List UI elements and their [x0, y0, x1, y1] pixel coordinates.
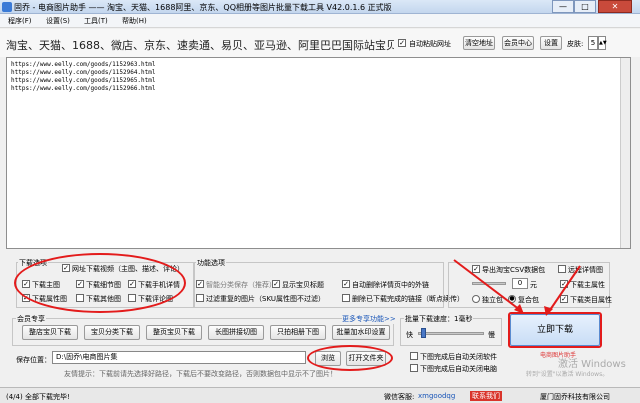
activate-windows-hint: 转到"设置"以激活 Windows。 — [526, 371, 609, 378]
auto-close-app-checkbox[interactable] — [410, 352, 418, 360]
speed-slider[interactable] — [418, 332, 484, 335]
smart-save-label: 智能分类保存（推荐） — [206, 281, 276, 289]
annotation-arrow — [549, 265, 581, 311]
activate-windows-title: 激活 Windows — [558, 359, 626, 370]
menu-settings[interactable]: 设置(S) — [46, 16, 70, 26]
url-textarea[interactable]: https://www.eelly.com/goods/1152963.html… — [6, 57, 631, 249]
download-status: (4/4) 全部下载完毕! — [6, 393, 70, 401]
long-image-button[interactable]: 长图拼接切图 — [208, 325, 264, 340]
speed-slow-label: 慢 — [488, 331, 495, 339]
title-bar: 固乔 - 电商图片助手 —— 淘宝、天猫、1688阿里、京东、QQ相册等图片批量… — [0, 0, 640, 14]
company-name: 厦门固乔科技有限公司 — [540, 393, 610, 401]
annotation-circle — [14, 253, 186, 313]
auto-shutdown-label: 下图完成后自动关闭电脑 — [420, 365, 497, 373]
window-title: 固乔 - 电商图片助手 —— 淘宝、天猫、1688阿里、京东、QQ相册等图片批量… — [14, 3, 392, 12]
show-title-label: 显示宝贝标题 — [282, 281, 324, 289]
save-path-input[interactable]: D:\固乔\电商图片集 — [52, 351, 306, 364]
url-line: https://www.eelly.com/goods/1152966.html — [11, 85, 156, 92]
annotation-arrow — [453, 259, 521, 311]
filter-duplicate-label: 过滤重复的图片（SKU属性图不过滤） — [206, 295, 325, 303]
speed-fast-label: 快 — [406, 331, 413, 339]
remove-links-label: 自动删除详情页中的外链 — [352, 281, 429, 289]
skin-spinner-icon[interactable]: ▲▼ — [598, 36, 607, 50]
settings-button[interactable]: 设置 — [540, 36, 562, 50]
annotation-circle — [307, 345, 393, 371]
filter-duplicate-checkbox[interactable] — [196, 294, 204, 302]
smart-save-checkbox[interactable]: ✓ — [196, 280, 204, 288]
contact-us-link[interactable]: 联系我们 — [470, 391, 502, 401]
speed-slider-thumb[interactable] — [421, 328, 427, 338]
menu-tools[interactable]: 工具(T) — [84, 16, 108, 26]
skin-value[interactable]: 5 — [588, 36, 598, 50]
menu-program[interactable]: 程序(F) — [8, 16, 32, 26]
wechat-value[interactable]: xmgoodqg — [418, 392, 455, 400]
textarea-scrollbar[interactable] — [620, 58, 630, 248]
close-button[interactable]: ✕ — [598, 0, 632, 13]
function-options-title: 功能选项 — [196, 258, 226, 268]
member-center-button[interactable]: 会员中心 — [502, 36, 534, 50]
member-title: 会员专享 — [16, 314, 46, 324]
remove-links-checkbox[interactable]: ✓ — [342, 280, 350, 288]
annotation-arrows — [453, 259, 581, 316]
album-download-button[interactable]: 只拍相册下图 — [270, 325, 326, 340]
wechat-label: 微信客服: — [384, 393, 415, 401]
skin-label: 皮肤: — [567, 40, 584, 48]
search-row: 淘宝、天猫、1688、微店、京东、速卖通、易贝、亚马逊、阿里巴巴国际站宝贝地址:… — [0, 29, 640, 57]
save-tip: 友情提示：下载前请先选择好路径，下载后不要改变路径，否则数据包中显示不了图片！ — [64, 370, 337, 378]
menu-help[interactable]: 帮助(H) — [122, 16, 147, 26]
clear-address-button[interactable]: 清空地址 — [463, 36, 495, 50]
watermark-settings-button[interactable]: 批量加水印设置 — [332, 325, 390, 340]
menu-bar: 程序(F) 设置(S) 工具(T) 帮助(H) — [0, 14, 640, 28]
minimize-button[interactable]: — — [552, 0, 574, 13]
app-icon — [2, 2, 12, 12]
maximize-button[interactable]: □ — [574, 0, 596, 13]
platform-label: 淘宝、天猫、1688、微店、京东、速卖通、易贝、亚马逊、阿里巴巴国际站宝贝地址: — [6, 39, 394, 52]
url-line: https://www.eelly.com/goods/1152963.html — [11, 61, 156, 68]
auto-paste-checkbox[interactable]: ✓ — [398, 39, 406, 47]
url-line: https://www.eelly.com/goods/1152965.html — [11, 77, 156, 84]
save-location-label: 保存位置： — [16, 356, 51, 364]
more-features-link[interactable]: 更多专享功能>> — [342, 314, 396, 324]
status-bar: (4/4) 全部下载完毕! 微信客服: xmgoodqg 联系我们 厦门固乔科技… — [0, 387, 640, 403]
auto-paste-label: 自动粘贴网址 — [409, 40, 451, 48]
auto-close-app-label: 下图完成后自动关闭软件 — [420, 353, 497, 361]
page-download-button[interactable]: 整页宝贝下载 — [146, 325, 202, 340]
category-download-button[interactable]: 宝贝分类下载 — [84, 325, 140, 340]
delete-done-checkbox[interactable] — [342, 294, 350, 302]
auto-shutdown-checkbox[interactable] — [410, 364, 418, 372]
show-title-checkbox[interactable]: ✓ — [272, 280, 280, 288]
url-line: https://www.eelly.com/goods/1152964.html — [11, 69, 156, 76]
shop-download-button[interactable]: 整店宝贝下载 — [22, 325, 78, 340]
